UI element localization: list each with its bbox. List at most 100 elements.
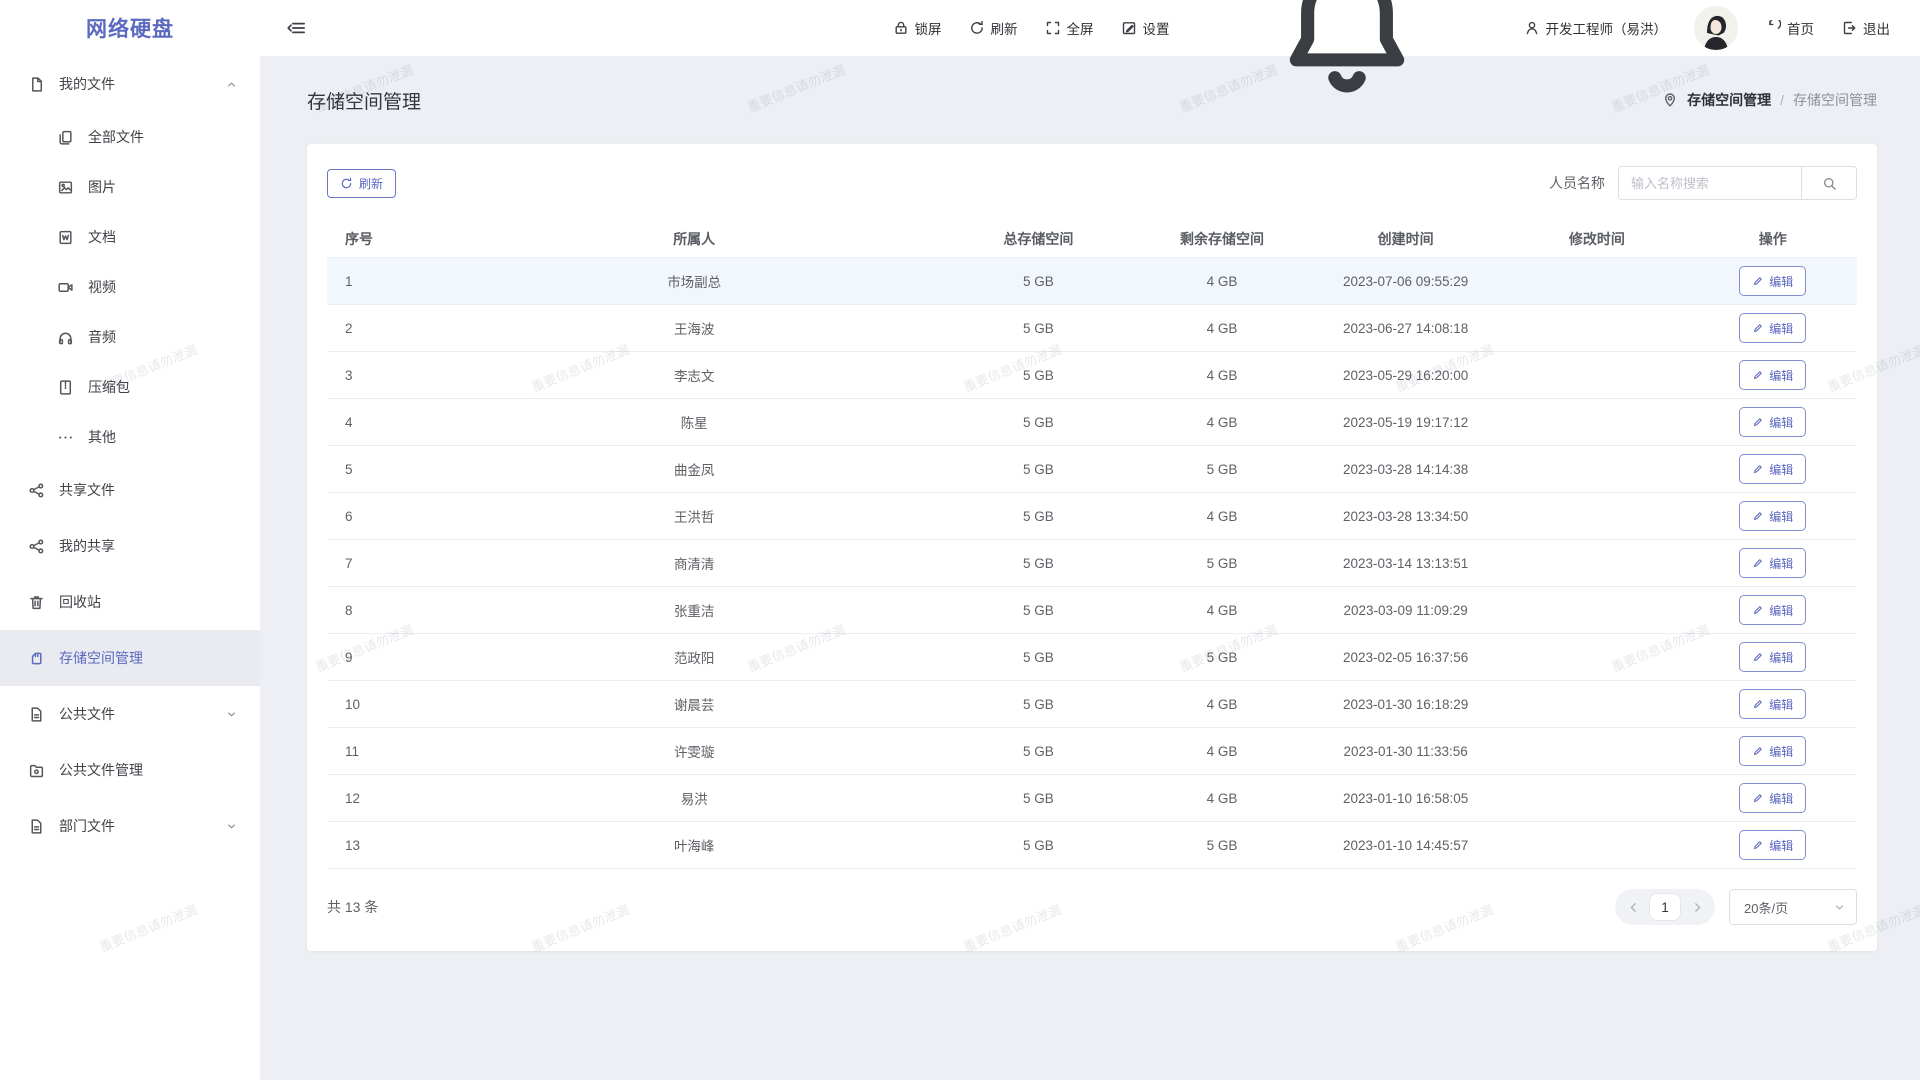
edit-button[interactable]: 编辑 [1739,548,1806,578]
cell-action: 编辑 [1689,595,1857,625]
cell-index: 12 [327,791,449,806]
cell-index: 7 [327,556,449,571]
edit-button[interactable]: 编辑 [1739,313,1806,343]
edit-button[interactable]: 编辑 [1739,454,1806,484]
pagination: 1 20条/页 [1615,889,1857,925]
table-row: 13 叶海峰 5 GB 5 GB 2023-01-10 14:45:57 编辑 [327,822,1857,869]
sidebar-item-others[interactable]: 其他 [0,412,260,462]
chevron-down-icon [225,708,238,721]
column-header-action: 操作 [1689,229,1857,249]
sidebar-item-documents[interactable]: 文档 [0,212,260,262]
sidebar-item-audio[interactable]: 音频 [0,312,260,362]
cell-index: 3 [327,368,449,383]
sidebar-item-public-files[interactable]: 公共文件 [0,686,260,742]
table-row: 6 王洪哲 5 GB 4 GB 2023-03-28 13:34:50 编辑 [327,493,1857,540]
cell-index: 4 [327,415,449,430]
logout-button[interactable]: 退出 [1841,18,1890,38]
sidebar-item-public-file-management[interactable]: 公共文件管理 [0,742,260,798]
table-row: 5 曲金凤 5 GB 5 GB 2023-03-28 14:14:38 编辑 [327,446,1857,493]
breadcrumb-section[interactable]: 存储空间管理 [1687,90,1771,110]
cell-created: 2023-01-30 16:18:29 [1306,697,1505,712]
image-icon [57,179,74,196]
zip-file-icon [57,379,74,396]
sidebar-item-my-shares[interactable]: 我的共享 [0,518,260,574]
sidebar-item-all-files[interactable]: 全部文件 [0,112,260,162]
edit-button-label: 编辑 [1769,743,1793,760]
edit-button[interactable]: 编辑 [1739,266,1806,296]
edit-button[interactable]: 编辑 [1739,595,1806,625]
collapse-sidebar-icon[interactable] [286,18,306,38]
sidebar-item-recycle-bin[interactable]: 回收站 [0,574,260,630]
column-header-owner: 所属人 [449,229,939,249]
search-input[interactable] [1619,167,1801,199]
cell-created: 2023-03-28 14:14:38 [1306,462,1505,477]
cell-action: 编辑 [1689,313,1857,343]
settings-button[interactable]: 设置 [1121,18,1170,38]
cell-remaining: 4 GB [1138,274,1306,289]
cell-owner: 范政阳 [449,647,939,667]
page-title: 存储空间管理 [307,87,421,114]
pencil-icon [1752,839,1764,851]
sidebar-item-videos[interactable]: 视频 [0,262,260,312]
sidebar-item-archives[interactable]: 压缩包 [0,362,260,412]
app-window: 网络硬盘 我的文件 全部文件 图片 文档 视频 [0,0,1920,1080]
app-logo: 网络硬盘 [0,0,260,56]
cell-total: 5 GB [939,462,1138,477]
cell-owner: 谢晨芸 [449,694,939,714]
sidebar-item-shared-files[interactable]: 共享文件 [0,462,260,518]
cell-remaining: 4 GB [1138,603,1306,618]
refresh-table-button[interactable]: 刷新 [327,169,396,198]
sidebar-item-images[interactable]: 图片 [0,162,260,212]
search-field-label: 人员名称 [1549,173,1605,193]
edit-button[interactable]: 编辑 [1739,736,1806,766]
cell-owner: 张重洁 [449,600,939,620]
column-header-index: 序号 [327,229,449,249]
refresh-icon [969,20,985,36]
sidebar-item-storage-management[interactable]: 存储空间管理 [0,630,260,686]
notifications-button[interactable]: 3 [1197,0,1497,103]
edit-button[interactable]: 编辑 [1739,830,1806,860]
edit-button[interactable]: 编辑 [1739,501,1806,531]
sidebar-item-label: 回收站 [59,592,101,612]
edit-button[interactable]: 编辑 [1739,642,1806,672]
cell-action: 编辑 [1689,783,1857,813]
avatar[interactable] [1694,6,1738,50]
edit-button[interactable]: 编辑 [1739,360,1806,390]
sidebar-item-label: 全部文件 [88,127,144,147]
cell-action: 编辑 [1689,454,1857,484]
trash-icon [28,594,45,611]
cell-index: 9 [327,650,449,665]
sidebar: 网络硬盘 我的文件 全部文件 图片 文档 视频 [0,0,260,1080]
sidebar-item-my-files[interactable]: 我的文件 [0,56,260,112]
page-size-select[interactable]: 20条/页 [1729,889,1857,925]
search-button[interactable] [1801,167,1856,199]
refresh-page-button[interactable]: 刷新 [969,18,1018,38]
share-icon [28,482,45,499]
cell-owner: 王洪哲 [449,506,939,526]
sidebar-item-label: 视频 [88,277,116,297]
pencil-icon [1752,557,1764,569]
cell-action: 编辑 [1689,266,1857,296]
logout-icon [1841,20,1857,36]
user-menu[interactable]: 开发工程师（易洪） [1524,18,1668,38]
refresh-icon [340,177,353,190]
current-page-button[interactable]: 1 [1649,893,1681,921]
fullscreen-button[interactable]: 全屏 [1045,18,1094,38]
sidebar-item-label: 存储空间管理 [59,648,143,668]
sidebar-item-label: 图片 [88,177,116,197]
cell-owner: 易洪 [449,788,939,808]
edit-button[interactable]: 编辑 [1739,783,1806,813]
lock-screen-button[interactable]: 锁屏 [893,18,942,38]
logout-label: 退出 [1863,18,1890,38]
sidebar-item-department-files[interactable]: 部门文件 [0,798,260,854]
table-row: 2 王海波 5 GB 4 GB 2023-06-27 14:08:18 编辑 [327,305,1857,352]
home-button[interactable]: 首页 [1765,18,1814,38]
next-page-button[interactable] [1684,894,1710,920]
table-row: 9 范政阳 5 GB 5 GB 2023-02-05 16:37:56 编辑 [327,634,1857,681]
edit-button[interactable]: 编辑 [1739,689,1806,719]
fullscreen-label: 全屏 [1067,18,1094,38]
cell-total: 5 GB [939,697,1138,712]
prev-page-button[interactable] [1620,894,1646,920]
content-card: 刷新 人员名称 序号 所属人 总存储空间 剩余 [307,144,1877,951]
edit-button[interactable]: 编辑 [1739,407,1806,437]
